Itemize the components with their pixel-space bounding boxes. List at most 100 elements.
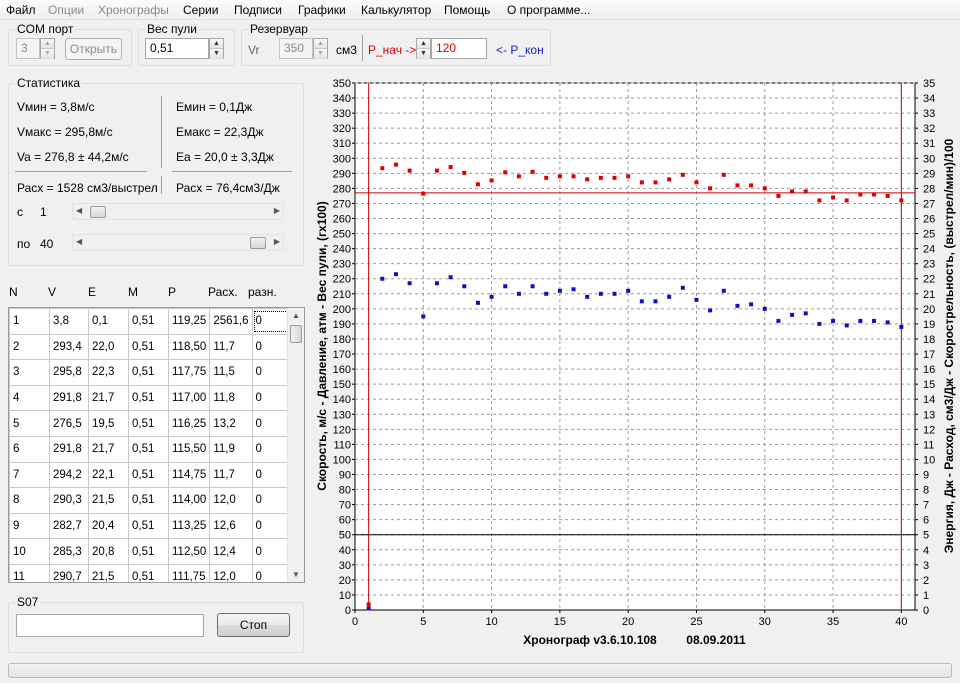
table-cell[interactable]: 118,50 [167, 333, 211, 361]
table-cell[interactable]: 0 [251, 538, 291, 565]
table-cell[interactable]: 0 [251, 308, 291, 335]
table-cell[interactable]: 0,51 [128, 563, 169, 582]
table-row[interactable]: 1 3,8 0,1 0,51 119,25 2561,6 0 [9, 308, 291, 335]
table-cell[interactable]: 11 [9, 563, 50, 582]
table-cell[interactable]: 12,0 [209, 563, 253, 582]
table-cell[interactable]: 291,8 [49, 435, 89, 463]
table-cell[interactable]: 2 [9, 333, 50, 361]
table-cell[interactable]: 11,7 [209, 461, 253, 489]
table-cell[interactable]: 21,5 [88, 563, 129, 582]
table-cell[interactable]: 12,6 [209, 512, 253, 540]
table-cell[interactable]: 9 [9, 512, 50, 540]
stop-button[interactable]: Стоп [217, 613, 290, 637]
table-cell[interactable]: 0 [251, 487, 291, 514]
table-row[interactable]: 11 290,7 21,5 0,51 111,75 12,0 0 [9, 563, 291, 582]
table-cell[interactable]: 20,8 [88, 538, 129, 565]
table-cell[interactable]: 119,25 [167, 308, 211, 335]
table-row[interactable]: 6 291,8 21,7 0,51 115,50 11,9 0 [9, 435, 291, 463]
table-row[interactable]: 2 293,4 22,0 0,51 118,50 11,7 0 [9, 333, 291, 361]
table-cell[interactable]: 4 [9, 384, 50, 412]
table-cell[interactable]: 0,51 [128, 333, 169, 361]
com-port-spinner[interactable]: ▲ ▼ [40, 38, 55, 59]
table-cell[interactable]: 13,2 [209, 410, 253, 437]
table-cell[interactable]: 117,00 [167, 384, 211, 412]
table-cell[interactable]: 11,9 [209, 435, 253, 463]
table-cell[interactable]: 114,00 [167, 487, 211, 514]
table-row[interactable]: 5 276,5 19,5 0,51 116,25 13,2 0 [9, 410, 291, 437]
table-cell[interactable]: 5 [9, 410, 50, 437]
table-cell[interactable]: 11,8 [209, 384, 253, 412]
table-cell[interactable]: 112,50 [167, 538, 211, 565]
menu-charts[interactable]: Графики [298, 3, 346, 17]
table-cell[interactable]: 21,7 [88, 384, 129, 412]
table-cell[interactable]: 276,5 [49, 410, 89, 437]
table-cell[interactable]: 19,5 [88, 410, 129, 437]
table-cell[interactable]: 22,1 [88, 461, 129, 489]
table-cell[interactable]: 0 [251, 435, 291, 463]
table-cell[interactable]: 0 [251, 384, 291, 412]
table-cell[interactable]: 290,3 [49, 487, 89, 514]
table-cell[interactable]: 21,5 [88, 487, 129, 514]
bullet-weight-spinner[interactable]: ▲ ▼ [209, 38, 224, 59]
table-scroll-thumb[interactable] [290, 325, 302, 343]
table-cell[interactable]: 0 [251, 563, 291, 582]
table-cell[interactable]: 0,51 [128, 512, 169, 540]
table-cell[interactable]: 0 [251, 461, 291, 489]
table-cell[interactable]: 294,2 [49, 461, 89, 489]
table-cell[interactable]: 111,75 [167, 563, 211, 582]
device-input[interactable] [16, 614, 204, 637]
menu-file[interactable]: Файл [6, 3, 36, 17]
range-from-slider[interactable]: ◀ ▶ [72, 203, 284, 220]
table-cell[interactable]: 291,8 [49, 384, 89, 412]
table-cell[interactable]: 6 [9, 435, 50, 463]
table-cell[interactable]: 115,50 [167, 435, 211, 463]
table-cell[interactable]: 3,8 [49, 308, 89, 335]
table-row[interactable]: 8 290,3 21,5 0,51 114,00 12,0 0 [9, 487, 291, 514]
range-to-thumb[interactable] [250, 237, 266, 249]
table-cell[interactable]: 1 [9, 308, 50, 335]
shots-table[interactable]: 1 3,8 0,1 0,51 119,25 2561,6 0 2 293,4 22,0 0,51 11… [8, 307, 305, 583]
menu-help[interactable]: Помощь [444, 3, 490, 17]
table-row[interactable]: 7 294,2 22,1 0,51 114,75 11,7 0 [9, 461, 291, 489]
table-cell[interactable]: 0 [251, 333, 291, 361]
table-cell[interactable]: 116,25 [167, 410, 211, 437]
table-cell[interactable]: 2561,6 [209, 308, 253, 335]
table-cell[interactable]: 10 [9, 538, 50, 565]
com-port-field[interactable]: 3 [16, 38, 40, 59]
table-cell[interactable]: 0,51 [128, 359, 169, 386]
table-cell[interactable]: 114,75 [167, 461, 211, 489]
table-cell[interactable]: 293,4 [49, 333, 89, 361]
table-cell[interactable]: 12,4 [209, 538, 253, 565]
table-cell[interactable]: 282,7 [49, 512, 89, 540]
table-cell[interactable]: 0 [251, 359, 291, 386]
table-cell[interactable]: 22,0 [88, 333, 129, 361]
table-scrollbar[interactable]: ▲ ▼ [287, 308, 304, 582]
menu-captions[interactable]: Подписи [234, 3, 282, 17]
table-cell[interactable]: 21,7 [88, 435, 129, 463]
pressure-field[interactable]: 120 [431, 38, 487, 59]
table-cell[interactable]: 0,51 [128, 308, 169, 335]
reservoir-volume-field[interactable]: 350 [279, 38, 313, 59]
menu-calculator[interactable]: Калькулятор [361, 3, 431, 17]
table-cell[interactable]: 0,51 [128, 461, 169, 489]
open-port-button[interactable]: Открыть [65, 38, 122, 60]
table-cell[interactable]: 0,51 [128, 487, 169, 514]
table-row[interactable]: 3 295,8 22,3 0,51 117,75 11,5 0 [9, 359, 291, 386]
table-cell[interactable]: 0 [251, 410, 291, 437]
table-cell[interactable]: 8 [9, 487, 50, 514]
table-cell[interactable]: 113,25 [167, 512, 211, 540]
table-row[interactable]: 4 291,8 21,7 0,51 117,00 11,8 0 [9, 384, 291, 412]
menu-about[interactable]: О программе... [507, 3, 590, 17]
range-to-slider[interactable]: ◀ ▶ [72, 234, 284, 251]
table-cell[interactable]: 0 [251, 512, 291, 540]
table-cell[interactable]: 0,1 [88, 308, 129, 335]
range-from-thumb[interactable] [90, 206, 106, 218]
table-cell[interactable]: 0,51 [128, 410, 169, 437]
table-cell[interactable]: 290,7 [49, 563, 89, 582]
table-row[interactable]: 9 282,7 20,4 0,51 113,25 12,6 0 [9, 512, 291, 540]
table-cell[interactable]: 295,8 [49, 359, 89, 386]
table-cell[interactable]: 11,5 [209, 359, 253, 386]
table-cell[interactable]: 12,0 [209, 487, 253, 514]
table-cell[interactable]: 0,51 [128, 384, 169, 412]
table-cell[interactable]: 22,3 [88, 359, 129, 386]
